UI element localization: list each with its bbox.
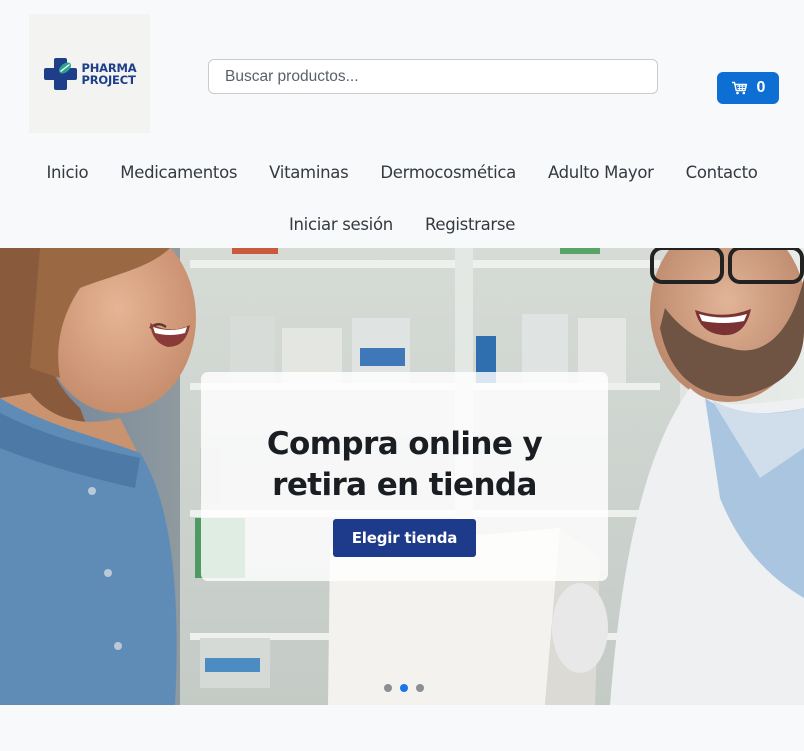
carousel-dot-3[interactable] (416, 684, 424, 692)
nav-adulto-mayor[interactable]: Adulto Mayor (532, 163, 670, 183)
nav-contacto[interactable]: Contacto (670, 163, 774, 183)
cart-button[interactable]: 0 (717, 72, 779, 104)
hero-title: Compra online y retira en tienda (266, 426, 543, 503)
hero-card: Compra online y retira en tienda Elegir … (201, 372, 608, 581)
account-nav: Iniciar sesión Registrarse (0, 215, 804, 235)
pharma-cross-icon (43, 57, 77, 90)
brand-line-2: PROJECT (81, 72, 136, 87)
page-bottom (0, 705, 804, 751)
cart-icon (731, 81, 747, 95)
page: PHARMA PROJECT 0 Inicio Medicamentos Vit… (0, 0, 804, 751)
search-input[interactable] (208, 59, 658, 94)
brand-line-1: PHARMA (81, 60, 137, 75)
carousel-dot-2[interactable] (400, 684, 408, 692)
brand-logo[interactable]: PHARMA PROJECT (29, 14, 150, 133)
brand-wordmark: PHARMA PROJECT (82, 62, 137, 86)
nav-dermocosmetica[interactable]: Dermocosmética (364, 163, 532, 183)
nav-vitaminas[interactable]: Vitaminas (253, 163, 364, 183)
hero-carousel: Compra online y retira en tienda Elegir … (0, 248, 804, 705)
carousel-indicators (384, 684, 424, 692)
choose-store-button[interactable]: Elegir tienda (332, 519, 477, 557)
nav-registrarse[interactable]: Registrarse (409, 215, 531, 235)
main-nav: Inicio Medicamentos Vitaminas Dermocosmé… (0, 163, 804, 183)
nav-inicio[interactable]: Inicio (30, 163, 104, 183)
nav-iniciar-sesion[interactable]: Iniciar sesión (273, 215, 409, 235)
nav-medicamentos[interactable]: Medicamentos (104, 163, 253, 183)
carousel-dot-1[interactable] (384, 684, 392, 692)
cart-count: 0 (756, 79, 766, 96)
